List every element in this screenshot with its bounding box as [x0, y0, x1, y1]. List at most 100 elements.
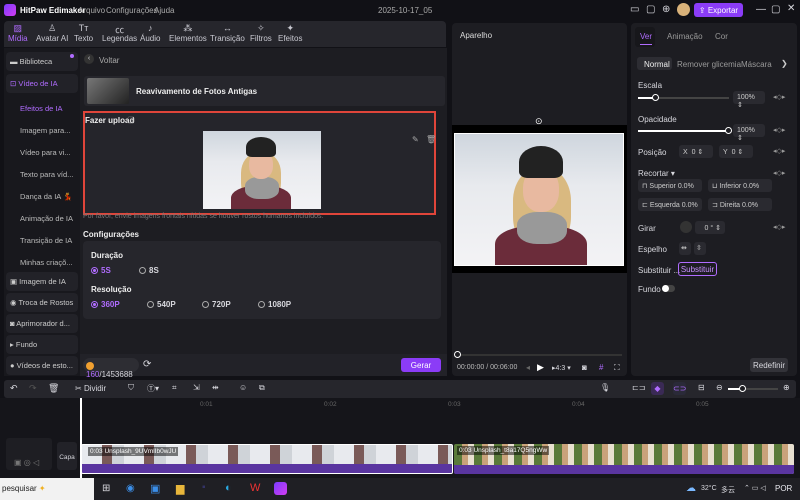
prev-frame-icon[interactable]: ◂ [526, 363, 530, 372]
scale-knob[interactable] [652, 94, 660, 101]
edit-icon[interactable]: ✎ [412, 135, 419, 144]
sidebar-item-troca-rostos[interactable]: ◉ Troca de Rostos [6, 293, 78, 312]
preview-scrubber[interactable] [454, 351, 622, 358]
sidebar-sub-video-para[interactable]: Vídeo para vi... [20, 148, 70, 157]
wps-icon[interactable]: W [250, 482, 260, 494]
upload-area[interactable]: Fazer upload ⓘ ✎ 🗑 [83, 111, 436, 215]
language-indicator[interactable]: POR [775, 484, 792, 493]
preview-photo[interactable] [454, 133, 624, 266]
cover-button[interactable]: Capa [57, 442, 77, 470]
subtab-normal[interactable]: Normal [644, 60, 670, 69]
sidebar-item-video-ia[interactable]: ⊡ Vídeo de IA [6, 74, 78, 93]
close-icon[interactable]: ✕ [787, 3, 795, 14]
resolution-720p[interactable]: 720P [202, 300, 231, 309]
edimakor-taskbar-icon[interactable] [274, 482, 287, 495]
feedback-icon[interactable]: ▢ [646, 4, 655, 15]
resolution-1080p[interactable]: 1080P [258, 300, 291, 309]
sidebar-sub-animacao[interactable]: Animação de IA [20, 214, 73, 223]
face-icon[interactable]: ☺ [239, 383, 247, 392]
task-view-icon[interactable]: ⊞ [102, 483, 110, 494]
flip-icon[interactable]: ⇹ [212, 383, 219, 392]
tab-midia[interactable]: ▨ Mídia [8, 23, 28, 43]
duration-5s[interactable]: 5S [91, 266, 111, 275]
mute-icon[interactable]: ◁ [33, 458, 39, 467]
timeline-ruler[interactable]: 0:01 0:02 0:03 0:04 0:05 [80, 398, 800, 412]
sidebar-sub-texto-para[interactable]: Texto para víd... [20, 170, 73, 179]
tab-avatar-ai[interactable]: ♙ Avatar AI [36, 23, 68, 43]
tab-cor[interactable]: Cor [715, 32, 728, 41]
resize-icon[interactable]: ⇲ [193, 383, 200, 392]
duration-8s[interactable]: 8S [139, 266, 159, 275]
tab-animacao[interactable]: Animação [667, 32, 703, 41]
crop-bottom-input[interactable]: ⊔ Inferior 0.0% [708, 179, 772, 192]
fullscreen-icon[interactable]: ⛶ [614, 363, 620, 373]
scale-input[interactable]: 100% ⇕ [733, 91, 765, 109]
sidebar-sub-transicao[interactable]: Transição de IA [20, 236, 72, 245]
scale-slider[interactable] [638, 94, 729, 101]
maximize-icon[interactable]: ▢ [771, 4, 780, 15]
undo-icon[interactable]: ↶ [10, 383, 18, 394]
opacity-knob[interactable] [725, 127, 732, 134]
rotate-input[interactable]: 0 ° ⇕ [695, 221, 725, 234]
keyframe-icon[interactable]: ◂◇▸ [773, 169, 785, 177]
delete-icon[interactable]: 🗑 [426, 135, 436, 144]
back-link[interactable]: Voltar [99, 56, 119, 65]
fit-icon[interactable]: ⊟ [698, 383, 705, 392]
tab-texto[interactable]: Tт Texto [74, 23, 93, 43]
avatar[interactable] [677, 3, 690, 16]
export-button[interactable]: ⇪ Exportar [694, 3, 743, 17]
sidebar-item-biblioteca[interactable]: ▬ Biblioteca [6, 52, 78, 71]
subtab-mascara[interactable]: Máscara [741, 60, 772, 69]
split-button[interactable]: ✂ Dividir [75, 384, 106, 393]
redo-icon[interactable]: ↷ [29, 383, 37, 394]
tab-filtros[interactable]: ✧ Filtros [250, 23, 272, 43]
crop-top-input[interactable]: ⊓ Superior 0.0% [638, 179, 702, 192]
edge-icon[interactable]: ◐ [225, 482, 232, 494]
sidebar-item-fundo[interactable]: ▸ Fundo [6, 335, 78, 354]
timeline-clip-1[interactable]: 0:03 Unsplash_9UVmlIb0wJU [81, 444, 453, 474]
sidebar-item-aprimorador[interactable]: ◙ Aprimorador d... [6, 314, 78, 333]
keyframe-icon[interactable]: ◂◇▸ [773, 147, 785, 155]
position-x-input[interactable]: X 0 ⇕ [679, 145, 713, 158]
keyframe-icon[interactable]: ◂◇▸ [773, 126, 785, 134]
mirror-horizontal-icon[interactable]: ⇹ [679, 242, 691, 255]
sidebar-sub-minhas[interactable]: Minhas criaçõ... [20, 258, 73, 267]
add-frame-icon[interactable]: ⧉ [259, 383, 265, 393]
layout-icon[interactable]: ▭ [630, 4, 639, 15]
chain-icon[interactable]: ⊂⊃ [673, 382, 686, 395]
scrubber-knob[interactable] [454, 351, 461, 358]
background-toggle[interactable] [662, 285, 675, 292]
app-icon-1[interactable]: ◉ [126, 483, 135, 494]
download-icon[interactable]: ⊕ [662, 4, 670, 15]
sidebar-sub-danca[interactable]: Dança da IA 💃 [20, 192, 72, 201]
aspect-select[interactable]: ▸4:3 ▾ [552, 364, 571, 372]
tab-elementos[interactable]: ⁂ Elementos [169, 23, 207, 43]
sidebar-sub-efeitos-ia[interactable]: Efeitos de IA [20, 104, 63, 113]
link-icon[interactable]: ⊏⊐ [632, 383, 645, 392]
eye-icon[interactable]: ◎ [24, 458, 31, 467]
keyframe-icon[interactable]: ◂◇▸ [773, 223, 785, 231]
app-icon-2[interactable]: ▣ [150, 482, 160, 495]
magnet-icon[interactable]: ◆ [651, 382, 664, 395]
resolution-540p[interactable]: 540P [147, 300, 176, 309]
file-explorer-icon[interactable]: ▆ [176, 482, 184, 495]
minimize-icon[interactable]: — [756, 4, 766, 15]
opacity-slider[interactable] [638, 127, 732, 134]
reset-button[interactable]: Redefinir [750, 358, 788, 372]
sidebar-item-videos-estoque[interactable]: ● Vídeos de esto... [6, 356, 78, 375]
tab-legendas[interactable]: ㏄ Legendas [102, 23, 137, 43]
resolution-360p[interactable]: 360P [91, 300, 120, 309]
tray-icons[interactable]: ⌃ ▭ ◁ [744, 484, 766, 492]
replace-button[interactable]: Substituir [678, 262, 717, 276]
taskbar-search[interactable]: pesquisar ✦ [0, 478, 94, 500]
crop-left-input[interactable]: ⊏ Esquerda 0.0% [638, 198, 702, 211]
timeline-zoom-slider[interactable] [728, 385, 778, 392]
zoom-out-icon[interactable]: ⊖ [716, 383, 723, 392]
microphone-icon[interactable]: 🎙 [600, 383, 610, 392]
weather-icon[interactable]: ☁ [686, 483, 696, 494]
mirror-vertical-icon[interactable]: ⇳ [694, 242, 706, 255]
tab-transicao[interactable]: ↔ Transição [210, 23, 245, 43]
app-icon-3[interactable]: ▪ [202, 482, 206, 493]
sidebar-sub-imagem-para[interactable]: Imagem para... [20, 126, 70, 135]
tab-audio[interactable]: ♪ Áudio [140, 23, 160, 43]
